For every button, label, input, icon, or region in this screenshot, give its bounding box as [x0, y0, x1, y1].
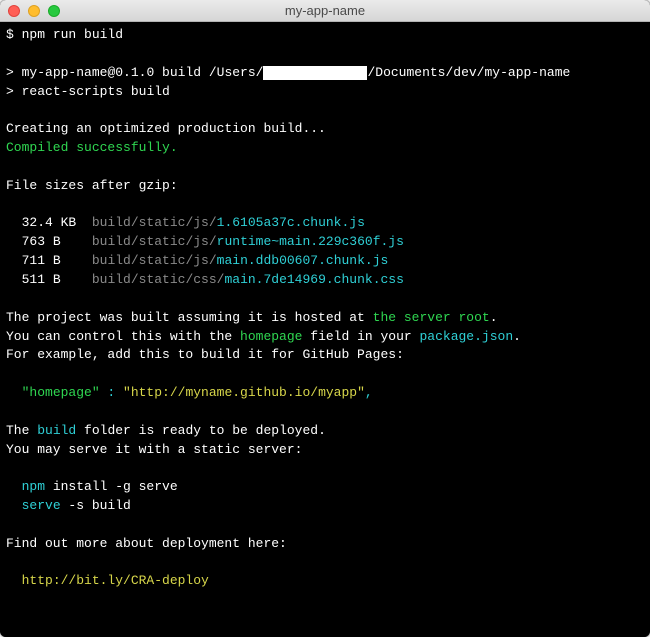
window-controls	[8, 5, 60, 17]
window-title: my-app-name	[0, 3, 650, 18]
homepage-colon: :	[100, 385, 123, 400]
file-dir: build/static/js/	[92, 253, 217, 268]
react-scripts-line: react-scripts build	[22, 84, 170, 99]
find-out-text: Find out more about deployment here:	[6, 536, 287, 551]
serve-hint-text: You may serve it with a static server:	[6, 442, 302, 457]
terminal-window: my-app-name $ npm run build > my-app-nam…	[0, 0, 650, 637]
npm-cmd: npm	[22, 479, 45, 494]
build-folder-text: build	[37, 423, 76, 438]
prompt-symbol: $	[6, 27, 14, 42]
deploy-link: http://bit.ly/CRA-deploy	[22, 573, 209, 588]
npm-cmd-args: install -g serve	[45, 479, 178, 494]
deploy-text: folder is ready to be deployed.	[76, 423, 326, 438]
build-path-after: /Documents/dev/my-app-name	[367, 65, 570, 80]
file-dir: build/static/js/	[92, 215, 217, 230]
homepage-comma: ,	[365, 385, 373, 400]
serve-cmd: serve	[22, 498, 61, 513]
maximize-icon[interactable]	[48, 5, 60, 17]
run-prefix: >	[6, 65, 14, 80]
package-json-text: package.json	[420, 329, 514, 344]
hosted-text: .	[490, 310, 498, 325]
example-text: For example, add this to build it for Gi…	[6, 347, 404, 362]
homepage-field-text: homepage	[240, 329, 302, 344]
file-dir: build/static/js/	[92, 234, 217, 249]
redacted-username	[263, 66, 367, 80]
control-text: You can control this with the	[6, 329, 240, 344]
serve-cmd-args: -s build	[61, 498, 131, 513]
control-text: field in your	[302, 329, 419, 344]
deploy-text: The	[6, 423, 37, 438]
creating-build-text: Creating an optimized production build..…	[6, 121, 326, 136]
terminal-body[interactable]: $ npm run build > my-app-name@0.1.0 buil…	[0, 22, 650, 637]
file-name: main.7de14969.chunk.css	[224, 272, 403, 287]
file-name: 1.6105a37c.chunk.js	[217, 215, 365, 230]
titlebar: my-app-name	[0, 0, 650, 22]
close-icon[interactable]	[8, 5, 20, 17]
file-size: 511 B	[22, 272, 61, 287]
file-sizes-header: File sizes after gzip:	[6, 178, 178, 193]
file-dir: build/static/css/	[92, 272, 225, 287]
run-prefix: >	[6, 84, 14, 99]
server-root-text: the server root	[373, 310, 490, 325]
homepage-val: "http://myname.github.io/myapp"	[123, 385, 365, 400]
homepage-key: "homepage"	[22, 385, 100, 400]
file-size: 711 B	[22, 253, 61, 268]
file-size: 32.4 KB	[22, 215, 77, 230]
hosted-text: The project was built assuming it is hos…	[6, 310, 373, 325]
file-name: runtime~main.229c360f.js	[217, 234, 404, 249]
compiled-success-text: Compiled successfully.	[6, 140, 178, 155]
minimize-icon[interactable]	[28, 5, 40, 17]
file-size: 763 B	[22, 234, 61, 249]
file-name: main.ddb00607.chunk.js	[217, 253, 389, 268]
command-text: npm run build	[22, 27, 123, 42]
control-text: .	[513, 329, 521, 344]
build-path-before: my-app-name@0.1.0 build /Users/	[22, 65, 264, 80]
